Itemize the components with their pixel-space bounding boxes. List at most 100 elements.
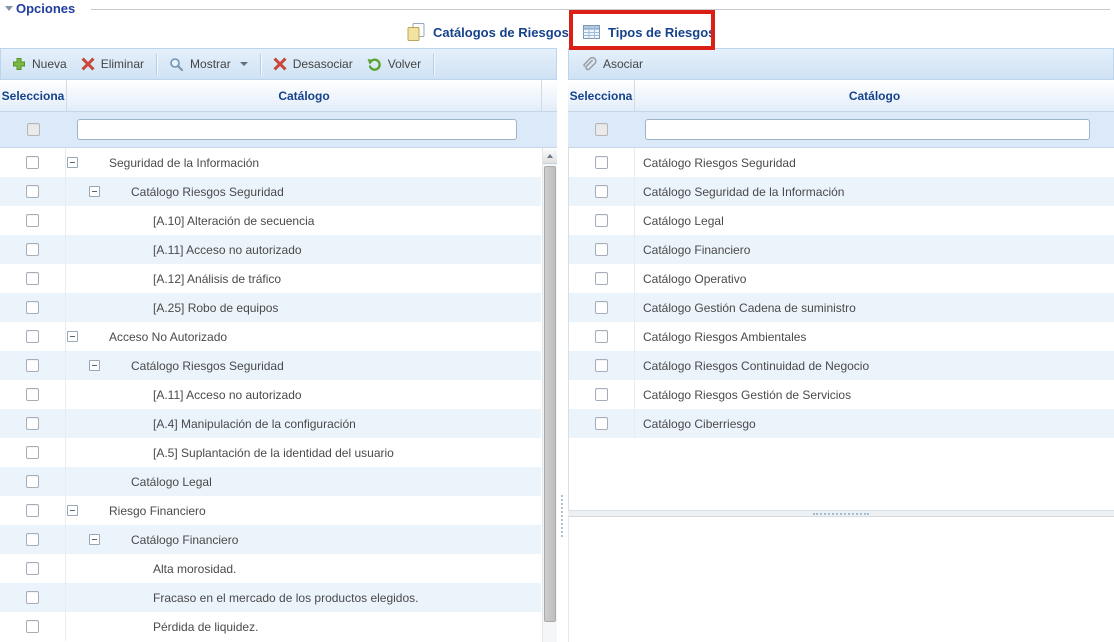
row-checkbox[interactable] xyxy=(595,214,608,227)
table-row[interactable]: [A.10] Alteración de secuencia xyxy=(0,206,541,235)
asociar-button[interactable]: Asociar xyxy=(573,54,650,75)
row-checkbox[interactable] xyxy=(26,243,39,256)
column-header-catalogo[interactable]: Catálogo xyxy=(67,80,541,111)
row-checkbox[interactable] xyxy=(26,562,39,575)
table-row[interactable]: Catálogo Ciberriesgo xyxy=(569,409,1114,438)
table-row[interactable]: Catálogo Financiero xyxy=(569,235,1114,264)
table-row[interactable]: [A.25] Robo de equipos xyxy=(0,293,541,322)
row-checkbox[interactable] xyxy=(595,272,608,285)
row-checkbox[interactable] xyxy=(595,388,608,401)
tab-tipos-de-riesgos[interactable]: Tipos de Riesgos xyxy=(582,19,715,45)
collapse-arrow-icon[interactable] xyxy=(5,6,13,11)
tab-label: Catálogos de Riesgos xyxy=(433,25,569,40)
scroll-up-button[interactable] xyxy=(543,148,557,164)
table-row[interactable]: Pérdida de liquidez. xyxy=(0,612,541,641)
column-header-selecciona[interactable]: Selecciona xyxy=(568,80,635,111)
row-checkbox[interactable] xyxy=(595,243,608,256)
table-row[interactable]: Catálogo Legal xyxy=(569,206,1114,235)
desasociar-button[interactable]: Desasociar xyxy=(266,54,360,74)
table-row[interactable]: Seguridad de la Información xyxy=(0,148,541,177)
volver-button[interactable]: Volver xyxy=(360,54,428,75)
nueva-button[interactable]: Nueva xyxy=(5,54,74,74)
row-checkbox[interactable] xyxy=(26,591,39,604)
collapse-toggle-icon[interactable] xyxy=(89,360,100,371)
row-label: Catálogo Seguridad de la Información xyxy=(643,185,844,199)
table-row[interactable]: Acceso No Autorizado xyxy=(0,322,541,351)
catalog-cell: Fracaso en el mercado de los productos e… xyxy=(66,583,541,612)
table-row[interactable]: [A.12] Análisis de tráfico xyxy=(0,264,541,293)
catalogos-grid-header: Selecciona Catálogo xyxy=(0,80,557,112)
row-checkbox[interactable] xyxy=(26,301,39,314)
collapse-toggle-icon[interactable] xyxy=(89,534,100,545)
catalog-cell: [A.11] Acceso no autorizado xyxy=(66,380,541,409)
table-row[interactable]: Catálogo Riesgos Seguridad xyxy=(0,177,541,206)
table-row[interactable]: [A.11] Acceso no autorizado xyxy=(0,380,541,409)
row-checkbox[interactable] xyxy=(595,330,608,343)
row-checkbox[interactable] xyxy=(595,185,608,198)
catalogo-filter-input[interactable] xyxy=(77,119,517,140)
table-row[interactable]: Alta morosidad. xyxy=(0,554,541,583)
table-row[interactable]: [A.5] Suplantación de la identidad del u… xyxy=(0,438,541,467)
row-checkbox[interactable] xyxy=(26,272,39,285)
toolbar-separator xyxy=(433,54,434,75)
table-row[interactable]: Catálogo Financiero xyxy=(0,525,541,554)
table-row[interactable]: Catálogo Gestión Cadena de suministro xyxy=(569,293,1114,322)
table-row[interactable]: Catálogo Riesgos Gestión de Servicios xyxy=(569,380,1114,409)
row-checkbox[interactable] xyxy=(26,185,39,198)
chevron-down-icon xyxy=(240,62,248,66)
column-header-selecciona[interactable]: Selecciona xyxy=(0,80,67,111)
row-checkbox[interactable] xyxy=(595,156,608,169)
table-row[interactable]: Catálogo Riesgos Ambientales xyxy=(569,322,1114,351)
panel-splitter-horizontal[interactable] xyxy=(568,510,1114,517)
table-row[interactable]: Catálogo Seguridad de la Información xyxy=(569,177,1114,206)
table-row[interactable]: Fracaso en el mercado de los productos e… xyxy=(0,583,541,612)
tab-catalogos-de-riesgos[interactable]: Catálogos de Riesgos xyxy=(406,19,569,45)
select-all-checkbox[interactable] xyxy=(595,123,608,136)
select-all-checkbox[interactable] xyxy=(27,123,40,136)
vertical-scrollbar[interactable] xyxy=(542,148,557,642)
row-checkbox[interactable] xyxy=(595,359,608,372)
row-checkbox[interactable] xyxy=(26,388,39,401)
row-checkbox[interactable] xyxy=(26,359,39,372)
checkbox-cell xyxy=(0,409,66,438)
catalog-cell: Catálogo Legal xyxy=(635,206,1114,235)
collapse-toggle-icon[interactable] xyxy=(67,505,78,516)
checkbox-cell xyxy=(0,351,66,380)
catalogo-filter-input[interactable] xyxy=(645,119,1090,140)
column-header-catalogo[interactable]: Catálogo xyxy=(635,80,1114,111)
toolbar-separator xyxy=(156,54,157,75)
table-row[interactable]: [A.11] Acceso no autorizado xyxy=(0,235,541,264)
table-row[interactable]: Catálogo Riesgos Seguridad xyxy=(0,351,541,380)
row-checkbox[interactable] xyxy=(595,417,608,430)
collapse-toggle-icon[interactable] xyxy=(67,331,78,342)
row-checkbox[interactable] xyxy=(26,330,39,343)
table-row[interactable]: Catálogo Legal xyxy=(0,467,541,496)
row-checkbox[interactable] xyxy=(26,214,39,227)
scrollbar-thumb[interactable] xyxy=(544,166,556,622)
row-checkbox[interactable] xyxy=(26,475,39,488)
catalog-cell: Catálogo Gestión Cadena de suministro xyxy=(635,293,1114,322)
table-row[interactable]: Catálogo Riesgos Continuidad de Negocio xyxy=(569,351,1114,380)
checkbox-cell xyxy=(569,148,635,177)
tipos-filter-row xyxy=(568,112,1114,148)
row-label: [A.25] Robo de equipos xyxy=(153,301,278,315)
table-row[interactable]: [A.4] Manipulación de la configuración xyxy=(0,409,541,438)
panel-splitter-vertical[interactable] xyxy=(557,48,568,642)
row-checkbox[interactable] xyxy=(26,504,39,517)
eliminar-button[interactable]: Eliminar xyxy=(74,54,151,74)
table-row[interactable]: Catálogo Riesgos Seguridad xyxy=(569,148,1114,177)
mostrar-button[interactable]: Mostrar xyxy=(162,54,255,75)
row-checkbox[interactable] xyxy=(26,446,39,459)
table-row[interactable]: Catálogo Operativo xyxy=(569,264,1114,293)
catalog-cell: Catálogo Seguridad de la Información xyxy=(635,177,1114,206)
row-checkbox[interactable] xyxy=(26,156,39,169)
table-row[interactable]: Riesgo Financiero xyxy=(0,496,541,525)
row-checkbox[interactable] xyxy=(26,533,39,546)
row-checkbox[interactable] xyxy=(26,417,39,430)
row-checkbox[interactable] xyxy=(26,620,39,633)
collapse-toggle-icon[interactable] xyxy=(89,186,100,197)
checkbox-cell xyxy=(0,235,66,264)
row-checkbox[interactable] xyxy=(595,301,608,314)
collapse-toggle-icon[interactable] xyxy=(67,157,78,168)
row-label: [A.11] Acceso no autorizado xyxy=(153,388,302,402)
